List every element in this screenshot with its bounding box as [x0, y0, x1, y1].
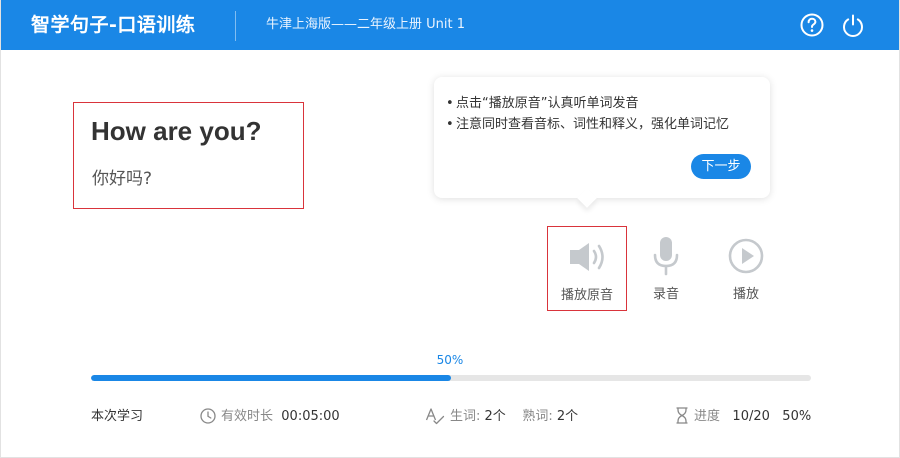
clock-icon — [200, 407, 216, 424]
speaker-icon — [570, 243, 604, 271]
guide-tooltip: • 点击“播放原音”认真听单词发音 • 注意同时查看音标、词性和释义，强化单词记忆 … — [434, 77, 770, 208]
header-bar: 智学句子-口语训练 牛津上海版——二年级上册 Unit 1 — [1, 0, 899, 50]
tooltip-line: • 注意同时查看音标、词性和释义，强化单词记忆 — [446, 117, 730, 132]
help-circle-icon — [800, 13, 824, 37]
sentence-english: How are you? — [91, 116, 262, 146]
next-step-button[interactable]: 下一步 — [691, 154, 751, 179]
help-button[interactable] — [799, 12, 825, 38]
app-window: 智学句子-口语训练 牛津上海版——二年级上册 Unit 1 How are yo… — [0, 0, 900, 458]
microphone-icon — [653, 237, 679, 276]
tooltip-line-text: 注意同时查看音标、词性和释义，强化单词记忆 — [456, 117, 730, 132]
spelling-check-icon — [425, 407, 445, 424]
new-words-label: 生词: — [450, 409, 481, 424]
power-button[interactable] — [840, 12, 866, 38]
course-subtitle: 牛津上海版——二年级上册 Unit 1 — [266, 17, 465, 32]
duration-value: 00:05:00 — [281, 409, 340, 424]
duration-label: 有效时长 — [221, 409, 274, 424]
app-title: 智学句子-口语训练 — [31, 14, 196, 36]
known-words-label: 熟词: — [522, 409, 553, 424]
study-stats: 本次学习 有效时长 00:05:00 生词: 2个 熟词: 2个 进度 10/2… — [1, 406, 899, 430]
tooltip-line-text: 点击“播放原音”认真听单词发音 — [456, 96, 639, 111]
record-button[interactable]: 录音 — [626, 226, 706, 311]
known-words-value: 2个 — [556, 409, 579, 424]
action-label: 录音 — [652, 287, 679, 302]
tooltip-arrow — [577, 188, 597, 208]
new-words-value: 2个 — [484, 409, 506, 424]
duration-stat: 有效时长 00:05:00 — [200, 406, 340, 428]
sentence-chinese: 你好吗? — [92, 169, 153, 189]
progress-count: 10/20 — [732, 409, 770, 424]
progress-stat-label: 进度 — [694, 409, 721, 424]
stats-section-label: 本次学习 — [91, 409, 144, 424]
tooltip-line: • 点击“播放原音”认真听单词发音 — [446, 96, 639, 111]
progress-bar-fill — [91, 375, 451, 381]
progress-percent-label: 50% — [436, 353, 464, 367]
sentence-card: How are you? 你好吗? — [73, 102, 304, 209]
play-original-button[interactable]: 播放原音 — [547, 226, 627, 311]
play-recording-button[interactable]: 播放 — [706, 226, 786, 311]
progress-stat: 进度 10/20 50% — [675, 406, 811, 428]
progress-stat-percent: 50% — [782, 409, 812, 424]
action-label: 播放原音 — [560, 288, 613, 303]
hourglass-icon — [676, 407, 688, 424]
words-stat: 生词: 2个 熟词: 2个 — [425, 406, 578, 428]
power-icon — [843, 14, 863, 37]
progress-bar — [91, 375, 811, 381]
header-divider — [235, 11, 236, 41]
play-circle-icon — [728, 238, 764, 274]
action-label: 播放 — [732, 287, 759, 302]
